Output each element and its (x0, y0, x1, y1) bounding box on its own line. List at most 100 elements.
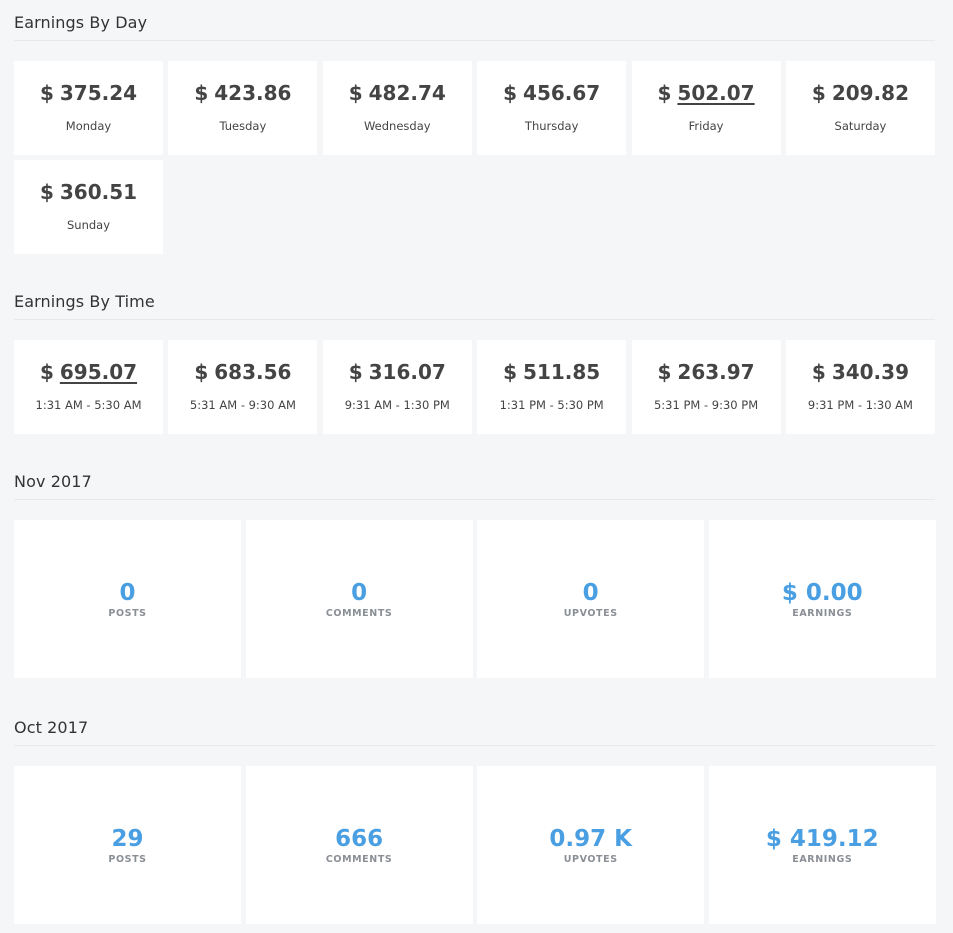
stat-label: UPVOTES (563, 608, 618, 619)
time-amount: $511.85 (477, 360, 626, 384)
amount-value: 360.51 (59, 180, 138, 204)
currency-symbol: $ (503, 81, 518, 105)
nov-stats-grid: 0 POSTS 0 COMMENTS 0 UPVOTES $ 0.00 EARN… (14, 520, 936, 678)
time-card: $683.56 5:31 AM - 9:30 AM (168, 340, 318, 434)
amount-value: 683.56 (214, 360, 292, 384)
currency-symbol: $ (348, 360, 363, 384)
stat-value: 0 (351, 580, 368, 606)
stat-label: EARNINGS (792, 608, 853, 619)
currency-symbol: $ (194, 360, 209, 384)
stat-card-posts: 0 POSTS (14, 520, 241, 678)
stat-card-posts: 29 POSTS (14, 766, 241, 924)
earnings-by-time-section: Earnings By Time $695.07 1:31 AM - 5:30 … (14, 279, 935, 434)
earnings-by-day-section: Earnings By Day $375.24 Monday $423.86 T… (14, 0, 935, 254)
stat-card-earnings: $ 419.12 EARNINGS (708, 766, 936, 924)
oct-stats-grid: 29 POSTS 666 COMMENTS 0.97 K UPVOTES $ 4… (14, 766, 936, 924)
stat-value: 0.97 K (549, 826, 632, 852)
day-amount: $375.24 (14, 81, 163, 105)
time-range-label: 5:31 PM - 9:30 PM (653, 398, 759, 412)
day-label: Thursday (524, 119, 579, 133)
day-card-tuesday: $423.86 Tuesday (168, 61, 318, 155)
amount-value: 316.07 (368, 360, 446, 384)
time-range-label: 9:31 AM - 1:30 PM (344, 398, 450, 412)
time-card: $263.97 5:31 PM - 9:30 PM (631, 340, 781, 434)
stat-value: 666 (335, 826, 384, 852)
stat-label: COMMENTS (325, 608, 393, 619)
currency-symbol: $ (657, 81, 672, 105)
by-time-grid: $695.07 1:31 AM - 5:30 AM $683.56 5:31 A… (14, 340, 935, 434)
amount-value: 340.39 (831, 360, 909, 384)
currency-symbol: $ (503, 360, 518, 384)
section-title-nov: Nov 2017 (14, 459, 935, 500)
section-title-oct: Oct 2017 (14, 705, 935, 746)
stat-card-upvotes: 0.97 K UPVOTES (477, 766, 705, 924)
day-amount: $482.74 (323, 81, 472, 105)
stat-label: POSTS (108, 854, 147, 865)
day-amount: $209.82 (786, 81, 935, 105)
time-amount: $683.56 (168, 360, 317, 384)
time-card: $316.07 9:31 AM - 1:30 PM (322, 340, 472, 434)
time-amount: $263.97 (632, 360, 781, 384)
month-section-nov: Nov 2017 0 POSTS 0 COMMENTS 0 UPVOTES $ … (14, 459, 936, 678)
time-range-label: 9:31 PM - 1:30 AM (807, 398, 913, 412)
stat-label: EARNINGS (792, 854, 853, 865)
time-card: $695.07 1:31 AM - 5:30 AM (14, 340, 163, 434)
time-card: $340.39 9:31 PM - 1:30 AM (785, 340, 935, 434)
day-label: Monday (65, 119, 112, 133)
month-section-oct: Oct 2017 29 POSTS 666 COMMENTS 0.97 K UP… (14, 705, 936, 924)
stat-card-upvotes: 0 UPVOTES (477, 520, 705, 678)
section-title-by-day: Earnings By Day (14, 0, 935, 41)
day-label: Saturday (834, 119, 887, 133)
amount-value: 423.86 (214, 81, 292, 105)
day-card-sunday: $360.51 Sunday (14, 160, 163, 254)
currency-symbol: $ (194, 81, 209, 105)
currency-symbol: $ (811, 360, 826, 384)
time-amount-highest: $695.07 (14, 360, 163, 384)
amount-value: 511.85 (523, 360, 601, 384)
amount-value: 209.82 (831, 81, 909, 105)
amount-value: 375.24 (59, 81, 138, 105)
amount-value: 482.74 (368, 81, 446, 105)
stat-card-comments: 0 COMMENTS (245, 520, 473, 678)
stat-label: COMMENTS (325, 854, 393, 865)
time-amount: $340.39 (786, 360, 935, 384)
day-label: Sunday (66, 218, 111, 232)
earnings-dashboard: Earnings By Day $375.24 Monday $423.86 T… (0, 0, 953, 924)
day-label: Wednesday (363, 119, 431, 133)
day-card-friday: $502.07 Friday (631, 61, 781, 155)
stat-card-earnings: $ 0.00 EARNINGS (708, 520, 936, 678)
stat-value: 0 (119, 580, 136, 606)
day-amount: $423.86 (168, 81, 317, 105)
amount-value-highlighted: 695.07 (59, 360, 138, 384)
day-amount: $456.67 (477, 81, 626, 105)
stat-label: UPVOTES (563, 854, 618, 865)
currency-symbol: $ (39, 360, 54, 384)
day-amount-highest: $502.07 (632, 81, 781, 105)
time-range-label: 5:31 AM - 9:30 AM (189, 398, 296, 412)
section-title-by-time: Earnings By Time (14, 279, 935, 320)
by-day-grid: $375.24 Monday $423.86 Tuesday $482.74 W… (14, 61, 935, 254)
stat-card-comments: 666 COMMENTS (245, 766, 473, 924)
day-label: Tuesday (219, 119, 267, 133)
currency-symbol: $ (39, 180, 54, 204)
stat-label: POSTS (108, 608, 147, 619)
day-label: Friday (688, 119, 724, 133)
time-range-label: 1:31 PM - 5:30 PM (499, 398, 604, 412)
day-card-wednesday: $482.74 Wednesday (322, 61, 472, 155)
day-card-thursday: $456.67 Thursday (477, 61, 627, 155)
currency-symbol: $ (811, 81, 826, 105)
stat-value: $ 0.00 (781, 580, 863, 606)
amount-value: 263.97 (677, 360, 755, 384)
stat-value: 29 (111, 826, 144, 852)
day-card-monday: $375.24 Monday (14, 61, 163, 155)
currency-symbol: $ (657, 360, 672, 384)
currency-symbol: $ (348, 81, 363, 105)
stat-value: $ 419.12 (765, 826, 879, 852)
time-amount: $316.07 (323, 360, 472, 384)
amount-value-highlighted: 502.07 (677, 81, 755, 105)
day-card-saturday: $209.82 Saturday (785, 61, 935, 155)
day-amount: $360.51 (14, 180, 163, 204)
time-card: $511.85 1:31 PM - 5:30 PM (477, 340, 627, 434)
time-range-label: 1:31 AM - 5:30 AM (35, 398, 142, 412)
stat-value: 0 (582, 580, 599, 606)
